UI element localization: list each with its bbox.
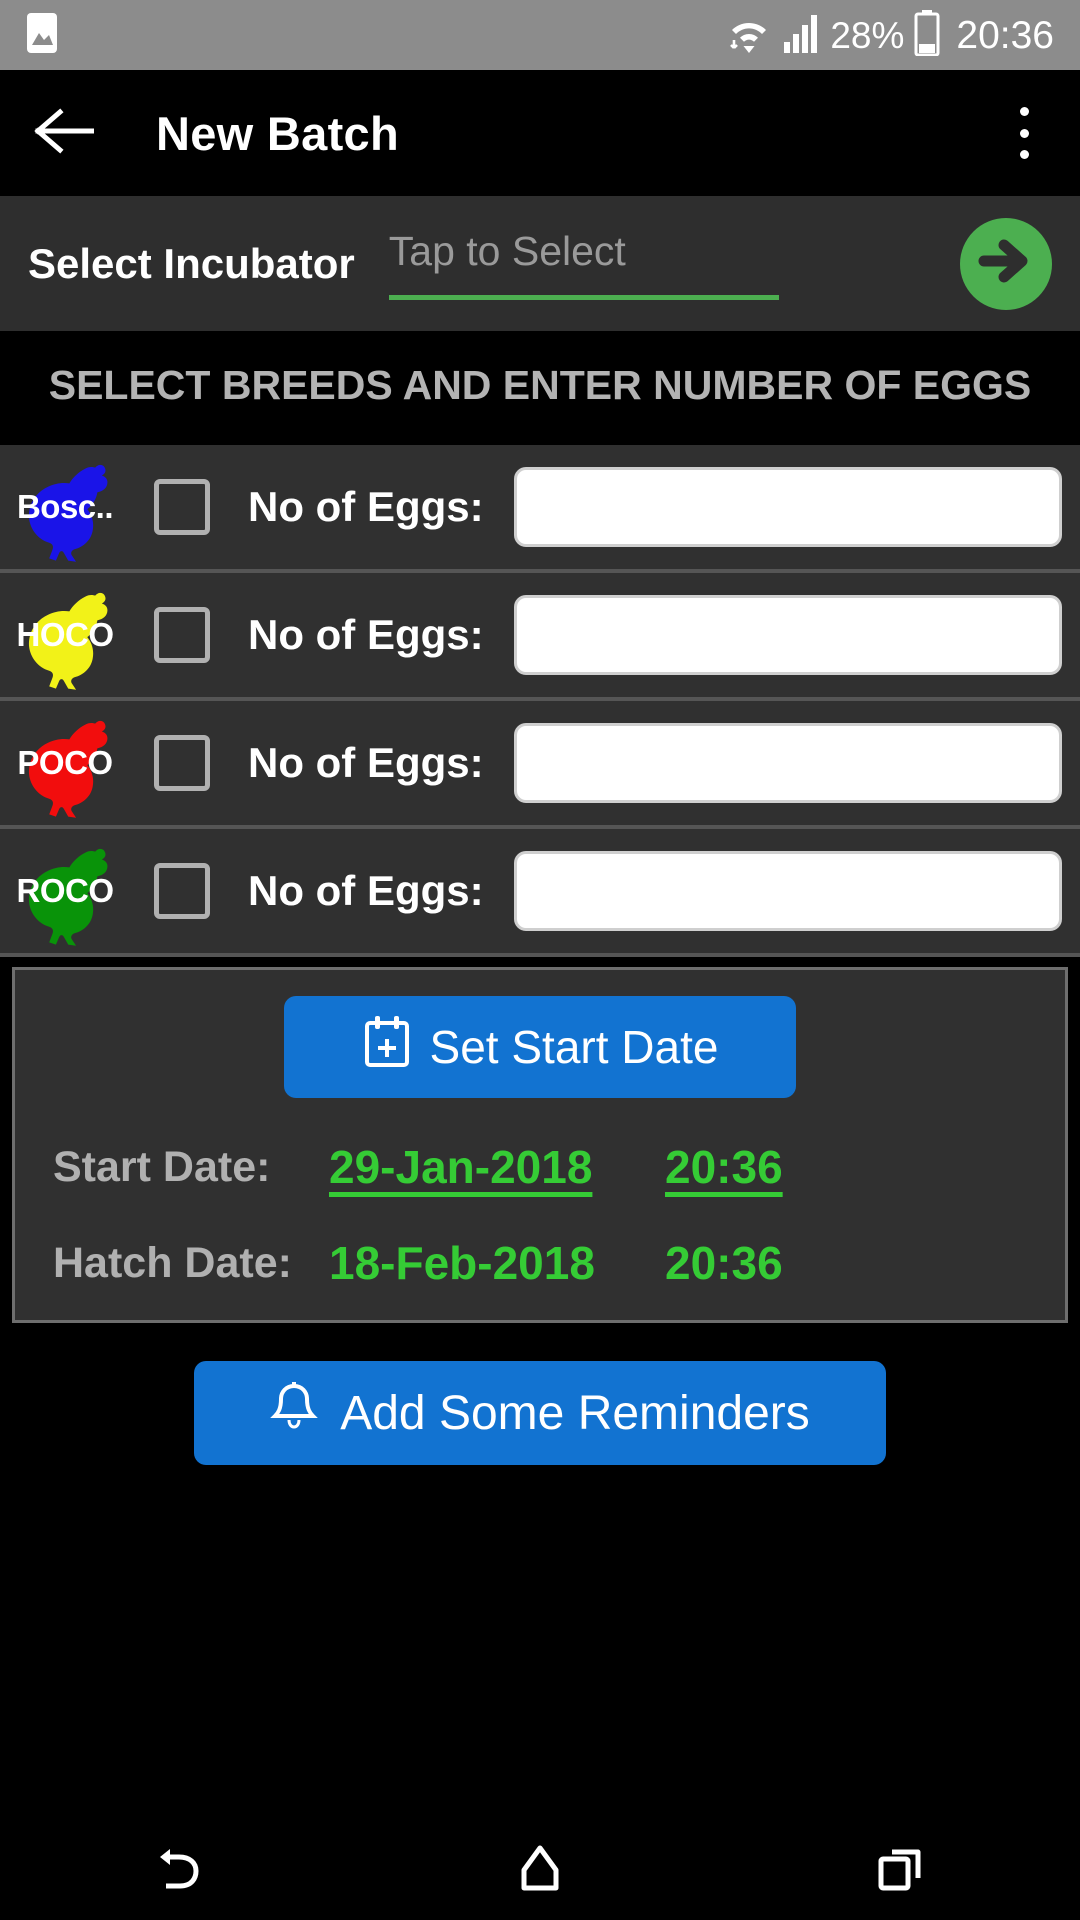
eggs-input[interactable]	[513, 595, 1062, 676]
incubator-placeholder: Tap to Select	[388, 227, 626, 274]
hatch-date-value: 18-Feb-2018	[329, 1237, 595, 1290]
status-bar-right: 28% 20:36	[726, 9, 1054, 61]
battery-icon	[914, 9, 940, 61]
breed-badge: Bosc..	[4, 452, 124, 563]
select-incubator-label: Select Incubator	[28, 239, 355, 287]
hatch-date-label: Hatch Date:	[53, 1238, 292, 1287]
app-bar: New Batch	[0, 70, 1080, 196]
page-title: New Batch	[156, 106, 399, 160]
breed-name: HOCO	[16, 616, 115, 654]
hatch-date-row: Hatch Date: 18-Feb-2018 20:36	[15, 1236, 1065, 1290]
eggs-input[interactable]	[513, 723, 1062, 804]
overflow-dot	[1019, 107, 1029, 116]
overflow-dot	[1019, 128, 1029, 138]
overflow-dot	[1019, 150, 1029, 159]
status-bar-left	[26, 12, 58, 59]
add-reminders-label: Add Some Reminders	[340, 1386, 810, 1440]
breed-badge: POCO	[4, 708, 124, 819]
hatch-time-value: 20:36	[665, 1237, 783, 1290]
start-date-row: Start Date: 29-Jan-2018 20:36	[15, 1140, 1065, 1194]
breed-badge: HOCO	[4, 580, 124, 691]
cellular-signal-icon	[782, 12, 820, 59]
status-bar: 28% 20:36	[0, 0, 1080, 70]
more-vertical-icon[interactable]	[1002, 105, 1046, 161]
breed-name: Bosc..	[16, 488, 114, 526]
incubator-select-field[interactable]: Tap to Select	[388, 227, 779, 300]
nav-recents-icon[interactable]	[830, 1818, 970, 1918]
eggs-input[interactable]	[513, 851, 1062, 932]
set-start-date-button[interactable]: Set Start Date	[284, 996, 796, 1099]
breed-checkbox[interactable]	[154, 607, 210, 664]
breed-badge: ROCO	[4, 836, 124, 947]
eggs-input[interactable]	[513, 467, 1062, 548]
app-root: 28% 20:36 New Batch Select Incubator Tap…	[0, 0, 1080, 1920]
battery-percent-label: 28%	[830, 14, 905, 56]
breed-row: ROCO No of Eggs:	[0, 829, 1080, 958]
calendar-plus-icon	[362, 1015, 412, 1080]
image-icon	[26, 12, 58, 59]
eggs-label: No of Eggs:	[248, 483, 484, 531]
eggs-label: No of Eggs:	[248, 739, 484, 787]
date-card: Set Start Date Start Date: 29-Jan-2018 2…	[12, 967, 1068, 1324]
nav-home-icon[interactable]	[470, 1818, 610, 1918]
nav-back-icon[interactable]	[110, 1818, 250, 1918]
reminders-section: Add Some Reminders	[0, 1323, 1080, 1816]
breed-name: ROCO	[16, 872, 115, 910]
arrow-right-icon	[978, 233, 1034, 294]
breed-row: Bosc.. No of Eggs:	[0, 445, 1080, 574]
next-step-button[interactable]	[960, 217, 1052, 310]
breed-row: HOCO No of Eggs:	[0, 573, 1080, 702]
back-arrow-icon[interactable]	[34, 107, 95, 159]
status-clock: 20:36	[956, 13, 1054, 57]
eggs-label: No of Eggs:	[248, 611, 484, 659]
set-start-date-label: Set Start Date	[429, 1021, 719, 1074]
breed-list: Bosc.. No of Eggs: HOCO No of Eggs: POCO…	[0, 445, 1080, 958]
breed-checkbox[interactable]	[154, 863, 210, 920]
add-reminders-button[interactable]: Add Some Reminders	[194, 1361, 886, 1466]
start-date-value[interactable]: 29-Jan-2018	[329, 1140, 629, 1194]
select-incubator-row: Select Incubator Tap to Select	[0, 196, 1080, 331]
breed-checkbox[interactable]	[154, 479, 210, 536]
wifi-icon	[726, 10, 772, 61]
breed-name: POCO	[17, 744, 113, 782]
breed-row: POCO No of Eggs:	[0, 701, 1080, 830]
start-time-value[interactable]: 20:36	[665, 1140, 783, 1194]
breed-checkbox[interactable]	[154, 735, 210, 792]
bell-icon	[270, 1380, 319, 1446]
eggs-label: No of Eggs:	[248, 867, 484, 915]
start-date-label: Start Date:	[53, 1142, 271, 1191]
section-heading: SELECT BREEDS AND ENTER NUMBER OF EGGS	[0, 331, 1080, 446]
android-nav-bar	[0, 1816, 1080, 1920]
